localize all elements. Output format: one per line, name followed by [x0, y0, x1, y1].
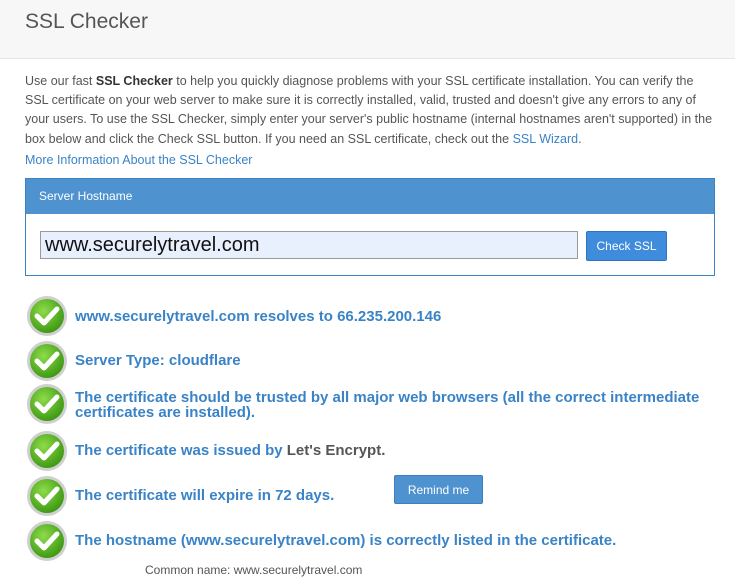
page-header: SSL Checker: [0, 0, 735, 59]
result-row-expiry: The certificate will expire in 72 days. …: [26, 475, 716, 516]
check-circle-icon: [27, 431, 67, 471]
intro-text-3: .: [578, 131, 582, 146]
ssl-wizard-link[interactable]: SSL Wizard: [513, 132, 579, 146]
result-row-issuer: The certificate was issued by Let's Encr…: [26, 430, 716, 471]
intro-bold: SSL Checker: [95, 74, 173, 88]
check-circle-icon: [27, 476, 67, 516]
check-circle-icon: [27, 384, 67, 424]
server-hostname-panel: Server Hostname Check SSL: [25, 178, 715, 276]
check-ssl-button[interactable]: Check SSL: [586, 231, 667, 261]
intro-paragraph: Use our fast SSL Checker to help you qui…: [25, 72, 715, 149]
result-row-resolves: www.securelytravel.com resolves to 66.23…: [26, 295, 716, 336]
result-text: The hostname (www.securelytravel.com) is…: [75, 532, 617, 549]
issuer-suffix: .: [381, 442, 386, 459]
result-row-trusted: The certificate should be trusted by all…: [26, 383, 716, 424]
intro-text-1: Use our fast: [25, 74, 96, 88]
hostname-input[interactable]: [40, 231, 578, 259]
result-row-hostname-listed: The hostname (www.securelytravel.com) is…: [26, 520, 716, 561]
check-circle-icon: [27, 341, 67, 381]
result-text-line2: certificates are installed).: [75, 404, 256, 421]
result-row-server-type: Server Type: cloudflare: [26, 340, 716, 381]
check-circle-icon: [27, 296, 67, 336]
panel-title: Server Hostname: [26, 179, 714, 214]
more-info-link[interactable]: More Information About the SSL Checker: [25, 153, 252, 167]
result-text: The certificate will expire in 72 days. …: [75, 475, 483, 504]
issuer-name: Let's Encrypt: [286, 442, 382, 459]
issuer-prefix: The certificate was issued by: [75, 442, 287, 459]
check-circle-icon: [27, 521, 67, 561]
result-text: www.securelytravel.com resolves to 66.23…: [75, 308, 442, 325]
remind-me-button[interactable]: Remind me: [394, 475, 483, 504]
result-text: Server Type: cloudflare: [75, 352, 241, 369]
page-title: SSL Checker: [25, 10, 148, 33]
expiry-text: The certificate will expire in 72 days.: [75, 487, 335, 504]
common-name-line: Common name: www.securelytravel.com: [145, 563, 363, 577]
result-text: The certificate was issued by Let's Encr…: [75, 443, 385, 458]
result-text: The certificate should be trusted by all…: [75, 390, 699, 420]
